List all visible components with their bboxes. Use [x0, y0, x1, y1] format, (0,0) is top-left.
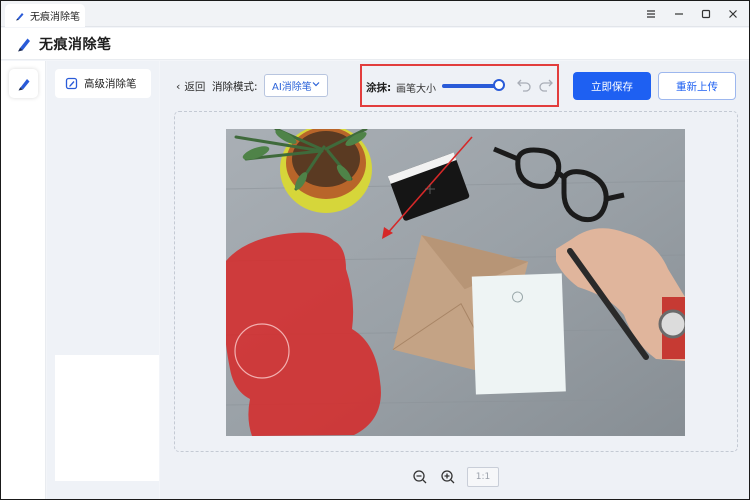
chevron-left-icon: ‹: [176, 80, 181, 93]
app-header: 无痕消除笔: [1, 28, 749, 60]
pen-icon: [18, 78, 29, 90]
save-button[interactable]: 立即保存: [573, 72, 651, 100]
back-button[interactable]: ‹ 返回: [176, 79, 205, 94]
photo-canvas[interactable]: [226, 129, 685, 436]
paint-label: 涂抹:: [366, 82, 392, 94]
canvas-area: [174, 111, 738, 452]
pen-icon: [18, 38, 30, 51]
menu-icon[interactable]: [637, 1, 665, 27]
actual-size-button[interactable]: 1:1: [467, 467, 499, 487]
maximize-icon[interactable]: [692, 1, 720, 27]
app-title: 无痕消除笔: [39, 36, 112, 53]
reupload-button[interactable]: 重新上传: [658, 72, 736, 100]
zoom-out-icon[interactable]: [412, 469, 428, 485]
title-bar: 无痕消除笔: [1, 1, 749, 27]
sidebar: 高级消除笔: [47, 61, 159, 499]
sidebar-item-label: 高级消除笔: [84, 78, 137, 90]
mode-select[interactable]: AI消除笔: [264, 74, 328, 97]
tab-title: 无痕消除笔: [30, 12, 80, 23]
window-tab[interactable]: 无痕消除笔: [5, 4, 85, 27]
chevron-down-icon: [312, 82, 320, 87]
mode-value: AI消除笔: [272, 82, 312, 93]
minimize-icon[interactable]: [665, 1, 693, 27]
zoom-bar: 1:1: [160, 465, 749, 489]
mode-label: 消除模式:: [212, 81, 258, 93]
toolbar: ‹ 返回 消除模式: AI消除笔 涂抹: 画笔大小 立即保存 重新上传: [160, 61, 749, 111]
edit-icon: [65, 77, 78, 90]
sidebar-panel: [55, 355, 159, 481]
brush-size-label: 画笔大小: [396, 84, 436, 95]
app-window: 无痕消除笔 无痕消除笔 高级消除笔 ‹ 返回 消除模式: AI消除笔 涂抹: 画…: [0, 0, 750, 500]
brush-size-slider[interactable]: [442, 84, 500, 88]
undo-icon[interactable]: [516, 76, 532, 92]
eraser-tool-button[interactable]: [9, 69, 38, 98]
close-icon[interactable]: [719, 1, 747, 27]
back-label: 返回: [184, 81, 206, 93]
pen-icon: [16, 12, 24, 20]
main-area: ‹ 返回 消除模式: AI消除笔 涂抹: 画笔大小 立即保存 重新上传 1:1: [160, 61, 749, 499]
photo-image: [226, 129, 685, 436]
brush-size-slider-handle[interactable]: [493, 79, 505, 91]
left-rail: [1, 61, 46, 499]
zoom-in-icon[interactable]: [440, 469, 456, 485]
redo-icon[interactable]: [538, 76, 554, 92]
paint-controls: 涂抹: 画笔大小: [360, 64, 559, 107]
sidebar-item-advanced-eraser[interactable]: 高级消除笔: [55, 69, 151, 98]
